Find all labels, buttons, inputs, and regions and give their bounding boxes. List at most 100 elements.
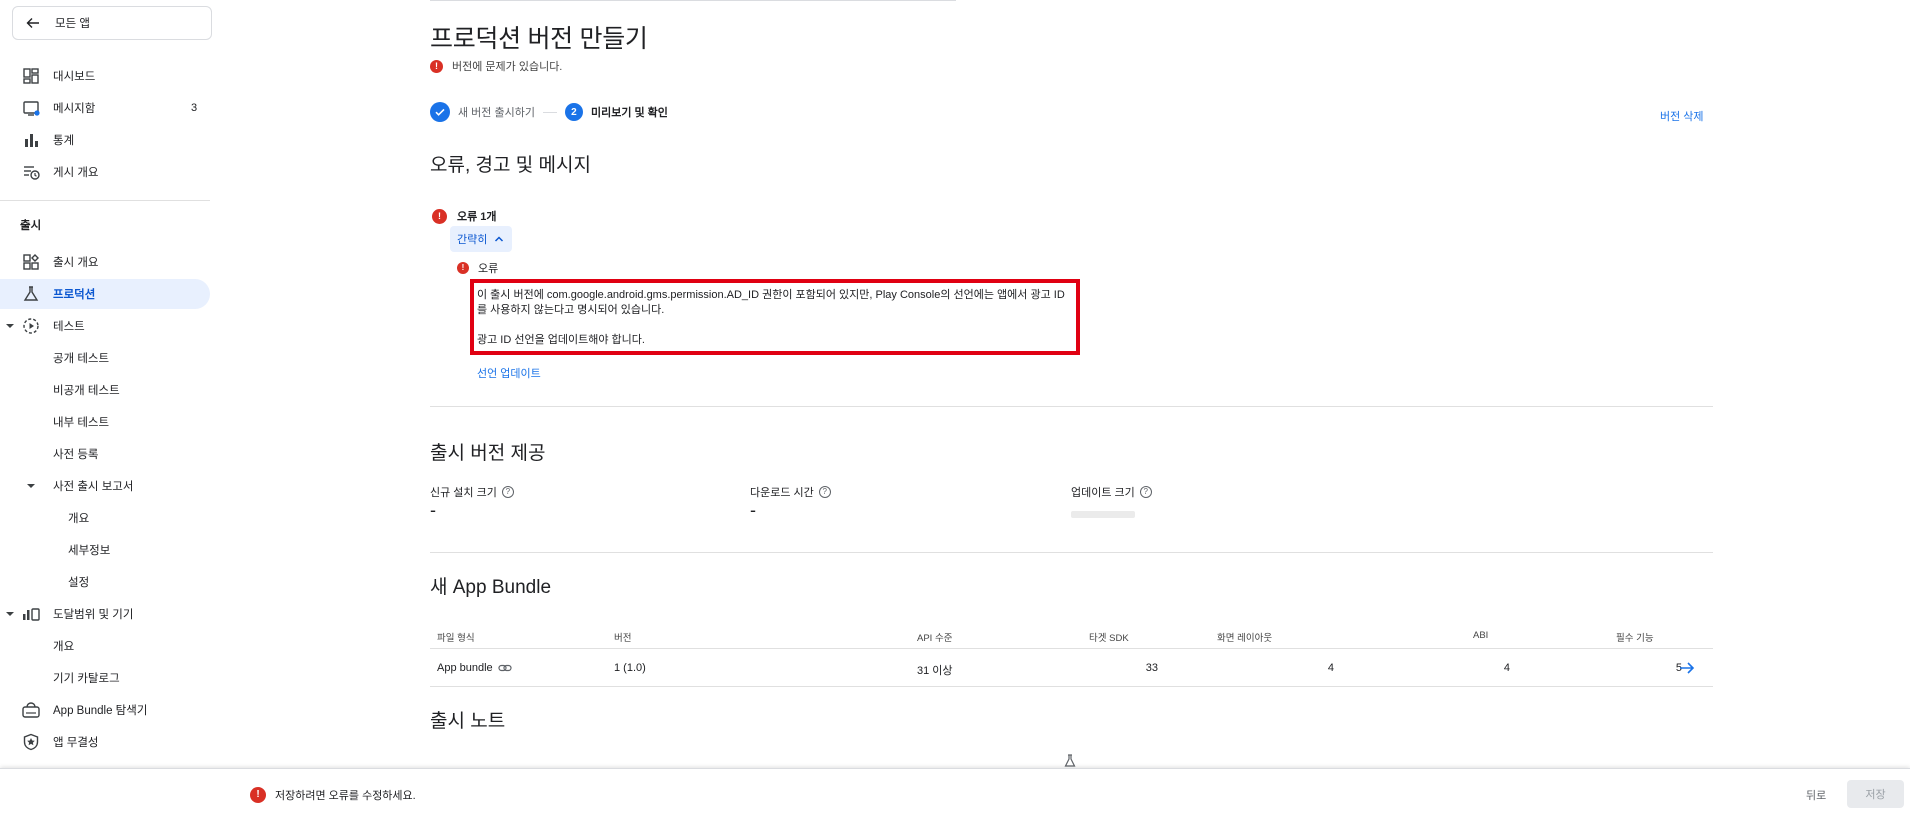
sidebar-divider xyxy=(0,200,210,201)
bar-chart-icon xyxy=(25,134,38,147)
step-create-release[interactable]: 새 버전 출시하기 xyxy=(458,104,535,120)
sidebar-item-reach-overview[interactable]: 개요 xyxy=(0,631,210,661)
error-message: 이 출시 버전에 com.google.android.gms.permissi… xyxy=(477,289,1065,316)
step-preview-confirm[interactable]: 미리보기 및 확인 xyxy=(591,104,668,120)
sidebar-item-app-integrity[interactable]: 앱 무결성 xyxy=(0,727,210,757)
table-row-divider xyxy=(430,686,1713,687)
page-title: 프로덕션 버전 만들기 xyxy=(430,25,648,53)
sidebar-item-testing[interactable]: 테스트 xyxy=(0,311,210,341)
update-declaration-link[interactable]: 선언 업데이트 xyxy=(477,365,541,381)
error-item-label: 오류 xyxy=(478,263,499,275)
sidebar-item-label: 개요 xyxy=(68,513,90,525)
download-time: 다운로드 시간 ? xyxy=(750,484,831,500)
error-icon: ! xyxy=(430,59,443,73)
delete-release-link[interactable]: 버전 삭제 xyxy=(1660,108,1704,124)
release-overview-icon xyxy=(23,254,39,270)
sidebar-item-label: 테스트 xyxy=(53,321,85,333)
publishing-overview-icon xyxy=(24,166,40,180)
error-count: ! 오류 1개 xyxy=(432,208,497,224)
sidebar-item-device-catalog[interactable]: 기기 카탈로그 xyxy=(0,663,210,693)
sidebar: 모든 앱 대시보드 메시지함 3 통계 게시 개요 출시 출시 개요 프로덕션 … xyxy=(0,0,216,768)
sidebar-item-statistics[interactable]: 통계 xyxy=(0,125,210,155)
caret-down-icon[interactable] xyxy=(5,609,15,619)
sidebar-item-app-bundle-explorer[interactable]: App Bundle 탐색기 xyxy=(0,695,210,725)
column-header-api-level: API 수준 xyxy=(917,633,953,644)
save-error-notice: ! 저장하려면 오류를 수정하세요. xyxy=(250,787,416,803)
sidebar-item-label: 메시지함 xyxy=(53,103,96,115)
column-header-target-sdk: 타겟 SDK xyxy=(1089,633,1129,644)
sidebar-item-publishing-overview[interactable]: 게시 개요 xyxy=(0,157,210,187)
reach-devices-icon xyxy=(23,608,40,621)
download-time-label: 다운로드 시간 xyxy=(750,487,814,499)
error-item-header: ! 오류 xyxy=(457,260,498,276)
step-number-badge: 2 xyxy=(564,103,583,121)
inbox-count-badge: 3 xyxy=(191,102,198,114)
save-error-text: 저장하려면 오류를 수정하세요. xyxy=(275,790,416,802)
caret-down-icon[interactable] xyxy=(26,481,36,491)
sidebar-item-pre-launch-settings[interactable]: 설정 xyxy=(0,567,210,597)
error-icon: ! xyxy=(250,787,266,803)
sidebar-item-open-testing[interactable]: 공개 테스트 xyxy=(0,343,210,373)
top-divider xyxy=(430,0,956,1)
save-button[interactable]: 저장 xyxy=(1847,780,1904,808)
sidebar-item-production[interactable]: 프로덕션 xyxy=(0,279,210,309)
sidebar-item-closed-testing[interactable]: 비공개 테스트 xyxy=(0,375,210,405)
sidebar-item-reach-devices[interactable]: 도달범위 및 기기 xyxy=(0,599,210,629)
help-icon[interactable]: ? xyxy=(501,486,514,498)
step-complete-icon xyxy=(430,102,450,122)
table-row-file-type: App bundle xyxy=(437,662,512,674)
arrow-forward-icon[interactable] xyxy=(1678,660,1696,676)
error-icon: ! xyxy=(432,208,447,224)
collapse-button[interactable]: 간략히 xyxy=(450,226,513,252)
sidebar-item-release-overview[interactable]: 출시 개요 xyxy=(0,247,210,277)
main-content: 프로덕션 버전 만들기 ! 버전에 문제가 있습니다. 새 버전 출시하기 2 … xyxy=(430,0,1730,768)
table-row-target-sdk: 33 xyxy=(1145,662,1158,674)
sidebar-item-dashboard[interactable]: 대시보드 xyxy=(0,61,210,91)
collapse-label: 간략히 xyxy=(457,234,488,246)
caret-down-icon[interactable] xyxy=(5,321,15,331)
release-section-label: 출시 xyxy=(20,220,42,232)
help-icon[interactable]: ? xyxy=(818,486,831,498)
column-header-version: 버전 xyxy=(614,633,632,644)
sidebar-item-inbox[interactable]: 메시지함 3 xyxy=(0,93,210,123)
sidebar-item-pre-registration[interactable]: 사전 등록 xyxy=(0,439,210,469)
sidebar-item-label: 개요 xyxy=(53,641,75,653)
release-notes-heading: 출시 노트 xyxy=(430,711,506,732)
file-type-value: App bundle xyxy=(437,662,493,674)
sidebar-item-label: 통계 xyxy=(53,135,75,147)
app-bundle-explorer-icon xyxy=(22,702,40,718)
help-icon[interactable]: ? xyxy=(1139,486,1152,498)
sidebar-item-internal-testing[interactable]: 내부 테스트 xyxy=(0,407,210,437)
download-time-value: - xyxy=(750,500,756,520)
section-divider xyxy=(430,406,1713,407)
sidebar-item-pre-launch-details[interactable]: 세부정보 xyxy=(0,535,210,565)
new-install-size-label: 신규 설치 크기 xyxy=(430,487,497,499)
version-issue-notice: ! 버전에 문제가 있습니다. xyxy=(430,58,562,74)
all-apps-button[interactable]: 모든 앱 xyxy=(12,6,212,40)
back-button[interactable]: 뒤로 xyxy=(1806,787,1826,803)
column-header-required-features: 필수 기능 xyxy=(1616,633,1654,644)
flask-icon xyxy=(1064,754,1076,767)
delivery-heading: 출시 버전 제공 xyxy=(430,443,546,464)
sidebar-item-label: 대시보드 xyxy=(53,71,96,83)
table-header-divider xyxy=(430,648,1713,649)
production-flask-icon xyxy=(23,286,39,301)
app-bundle-heading: 새 App Bundle xyxy=(430,577,552,598)
sidebar-item-label: 출시 개요 xyxy=(53,257,99,269)
sidebar-item-label: 도달범위 및 기기 xyxy=(53,609,134,621)
sidebar-item-label: App Bundle 탐색기 xyxy=(53,705,148,717)
release-stepper: 새 버전 출시하기 2 미리보기 및 확인 xyxy=(430,102,668,122)
sidebar-item-pre-launch-overview[interactable]: 개요 xyxy=(0,503,210,533)
link-icon[interactable] xyxy=(498,663,512,673)
table-row-screen-layouts: 4 xyxy=(1327,662,1334,674)
sidebar-item-label: 게시 개요 xyxy=(53,167,99,179)
new-install-size: 신규 설치 크기 ? xyxy=(430,484,514,500)
arrow-back-icon xyxy=(26,18,39,28)
version-issue-text: 버전에 문제가 있습니다. xyxy=(452,61,563,73)
sidebar-item-pre-launch-report[interactable]: 사전 출시 보고서 xyxy=(0,471,210,501)
chevron-up-icon xyxy=(495,236,504,242)
sidebar-item-label: 프로덕션 xyxy=(53,289,96,301)
error-action-message: 광고 ID 선언을 업데이트해야 합니다. xyxy=(477,334,645,346)
sidebar-item-label: 세부정보 xyxy=(68,545,111,557)
table-row-api-level: 31 이상 xyxy=(917,665,953,677)
